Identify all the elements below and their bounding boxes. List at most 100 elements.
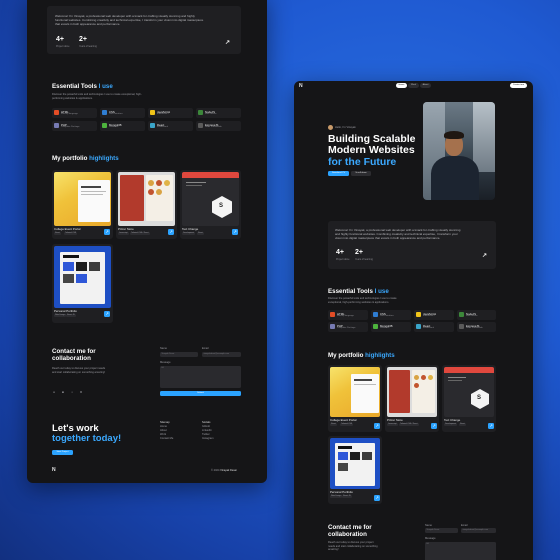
email-label: Email [461, 524, 468, 527]
arrow-up-right-icon[interactable]: ↗ [482, 252, 487, 259]
php-icon [330, 324, 335, 329]
sitemap-link[interactable]: Home [160, 425, 167, 429]
tool-card-expressjs: ExpressJS Node Framework [457, 322, 496, 332]
project-card[interactable]: S Text Change Development React ↗ [442, 365, 496, 432]
linkedin-icon[interactable]: ■ [61, 390, 65, 394]
message-label: Message [425, 537, 436, 540]
social-link[interactable]: Instagram [202, 437, 214, 441]
email-field[interactable]: vinayakdesai@example.com [202, 352, 241, 357]
stat-value: 2+ [79, 36, 87, 43]
open-project-button[interactable]: ↗ [374, 495, 380, 501]
tool-card-javascript: JavaScript Interaction [414, 310, 454, 320]
nodejs-icon [198, 110, 203, 115]
project-thumbnail [387, 367, 437, 417]
name-field[interactable]: Vinayak Desai [425, 528, 458, 533]
project-card[interactable]: Personal Portfolio Web Design React JS ↗ [328, 436, 382, 504]
n-logo-icon[interactable]: N [299, 83, 303, 89]
hero-title: Building Scalable Modern Websites for th… [328, 133, 416, 168]
message-field[interactable]: Hi! [425, 542, 496, 560]
portfolio-title: My portfolio highlights [328, 352, 395, 359]
arrow-up-right-icon[interactable]: ↗ [225, 39, 230, 46]
tools-subtitle: Discover the powerful tools and technolo… [328, 297, 397, 304]
tool-card-nodejs: NodeJS Web Server [457, 310, 496, 320]
download-cv-button[interactable]: Download CV [328, 171, 349, 176]
submit-button[interactable]: Submit [160, 391, 241, 396]
open-project-button[interactable]: ↗ [232, 229, 238, 235]
mongodb-icon [373, 324, 378, 329]
react-icon [150, 123, 155, 128]
about-text: Welcome! I'm Vinayak, a professional web… [55, 14, 204, 27]
sitemap-title: Sitemap [160, 421, 170, 424]
expressjs-icon [198, 123, 203, 128]
nav-contact-button[interactable]: Contact me [510, 83, 527, 88]
message-field[interactable]: Hi! [160, 366, 241, 388]
project-thumbnail [330, 367, 380, 417]
project-card[interactable]: Personal Portfolio Web Design React JS ↗ [52, 244, 113, 323]
copyright: © 2024 Vinayak Desai [211, 469, 237, 472]
open-project-button[interactable]: ↗ [374, 423, 380, 429]
browser-frame-right: N Home Work About Contact me Hello, I'm … [294, 81, 533, 560]
contact-title: Contact me for collaboration [52, 348, 96, 363]
contact-desc: Reach out today to discuss your project … [52, 367, 106, 374]
project-thumbnail: S [444, 367, 494, 417]
email-label: Email [202, 347, 209, 350]
tool-card-react: React Framework [148, 121, 193, 131]
open-project-button[interactable]: ↗ [168, 229, 174, 235]
name-label: Name [425, 524, 432, 527]
expressjs-icon [459, 324, 464, 329]
stat-value: 4+ [56, 36, 64, 43]
github-icon[interactable]: ● [52, 390, 56, 394]
project-thumbnail [54, 172, 111, 226]
tool-card-php: PHP Complete Package [52, 121, 97, 131]
open-project-button[interactable]: ↗ [488, 423, 494, 429]
social-link[interactable]: LinkedIn [202, 429, 212, 433]
scroll-down-button[interactable]: Scroll down [351, 171, 371, 176]
tools-title: Essential Tools I use [328, 288, 389, 295]
open-project-button[interactable]: ↗ [104, 229, 110, 235]
project-thumbnail [118, 172, 175, 226]
nav-work[interactable]: Work [408, 83, 419, 88]
project-card[interactable]: S Text Change Development React ↗ [180, 170, 241, 239]
stat-label: Years of learning [79, 45, 97, 48]
sitemap-link[interactable]: Work [160, 433, 166, 437]
project-card[interactable]: Pizzer Store Javascript Tailwind CSS / R… [385, 365, 439, 432]
start-project-button[interactable]: Start Project [52, 450, 73, 455]
php-icon [54, 123, 59, 128]
email-field[interactable]: vinayakdesai@example.com [461, 528, 496, 533]
project-card[interactable]: College Event Portal React Tailwind CSS … [52, 170, 113, 239]
social-link[interactable]: Twitter [202, 433, 210, 437]
stat-label: Project done [56, 45, 70, 48]
sitemap-link[interactable]: About [160, 429, 167, 433]
open-project-button[interactable]: ↗ [104, 311, 110, 317]
tool-card-html: HTML Markup language [328, 310, 368, 320]
twitter-icon[interactable]: ▪ [70, 390, 74, 394]
open-project-button[interactable]: ↗ [431, 423, 437, 429]
tool-card-css: CSS User Interface [371, 310, 411, 320]
project-thumbnail: S [182, 172, 239, 226]
react-icon [416, 324, 421, 329]
hero-portrait-image [423, 102, 495, 200]
stat-label: Years of learning [355, 258, 373, 261]
tool-card-mongodb: MongoDB Database [371, 322, 411, 332]
instagram-icon[interactable]: ◘ [79, 390, 83, 394]
social-link[interactable]: GitHub [202, 425, 210, 429]
tool-card-css: CSS User Interface [100, 108, 145, 118]
project-card[interactable]: Pizzer Store Javascript Tailwind CSS / R… [116, 170, 177, 239]
n-logo-icon[interactable]: N [52, 467, 56, 473]
nav-about[interactable]: About [420, 83, 431, 88]
nav-home[interactable]: Home [396, 83, 407, 88]
name-label: Name [160, 347, 167, 350]
tools-subtitle: Discover the powerful tools and technolo… [52, 93, 142, 100]
about-card: Welcome! I'm Vinayak, a professional web… [328, 221, 496, 269]
tool-card-php: PHP Complete Package [328, 322, 368, 332]
sitemap-link[interactable]: Contact Me [160, 437, 173, 441]
project-card[interactable]: College Event Portal React Tailwind CSS … [328, 365, 382, 432]
tools-title: Essential Tools I use [52, 83, 113, 90]
mongodb-icon [102, 123, 107, 128]
tool-card-html: HTML Markup language [52, 108, 97, 118]
css-icon [102, 110, 107, 115]
name-field[interactable]: Vinayak Desai [160, 352, 198, 357]
stat-value: 2+ [355, 249, 363, 256]
stat-label: Project done [336, 258, 350, 261]
portfolio-title: My portfolio highlights [52, 155, 119, 162]
